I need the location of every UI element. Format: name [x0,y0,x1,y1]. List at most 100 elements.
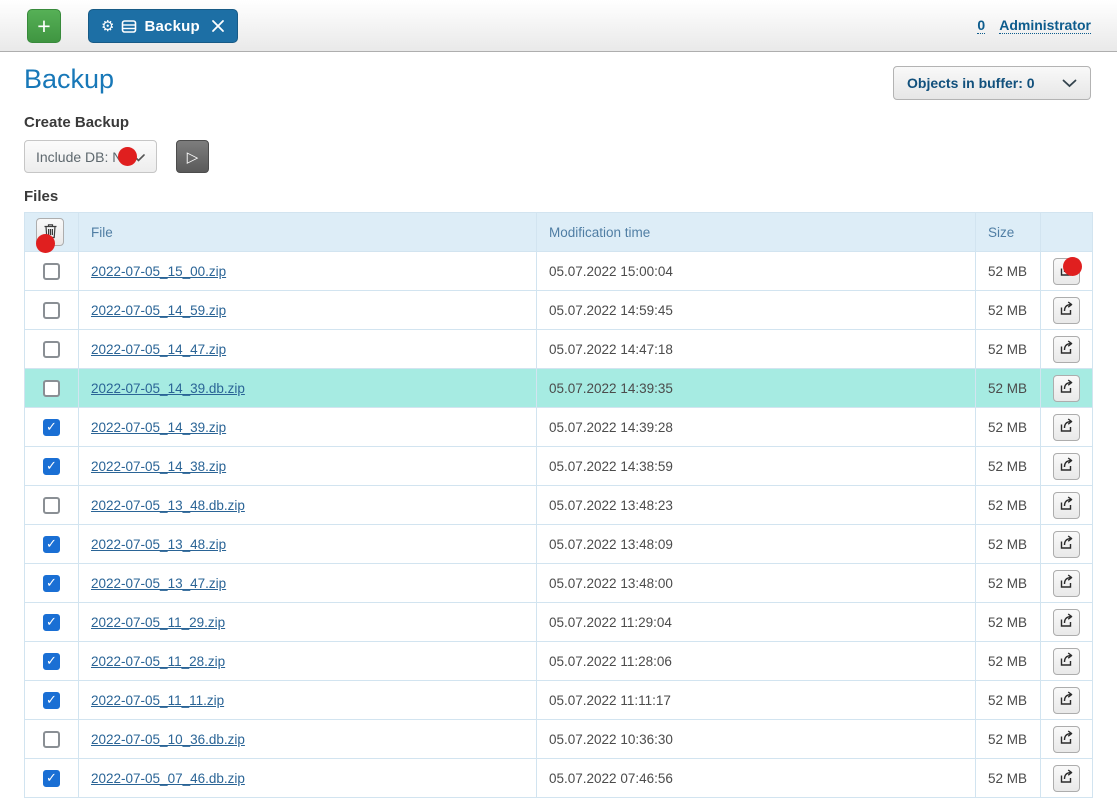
file-link[interactable]: 2022-07-05_13_48.db.zip [91,498,245,513]
row-checkbox[interactable] [43,263,60,280]
download-button[interactable] [1053,414,1080,441]
row-checkbox[interactable] [43,614,60,631]
download-button[interactable] [1053,375,1080,402]
file-link[interactable]: 2022-07-05_13_47.zip [91,576,226,591]
row-checkbox[interactable] [43,692,60,709]
row-checkbox[interactable] [43,731,60,748]
share-icon [1058,573,1075,593]
file-link[interactable]: 2022-07-05_07_46.db.zip [91,771,245,786]
row-checkbox[interactable] [43,341,60,358]
play-icon: ▷ [187,148,199,166]
share-icon [1058,768,1075,788]
row-checkbox[interactable] [43,302,60,319]
create-backup-heading: Create Backup [24,114,129,131]
download-button[interactable] [1053,570,1080,597]
table-row: 2022-07-05_11_11.zip 05.07.2022 11:11:17… [25,681,1093,720]
share-icon [1058,300,1075,320]
download-button[interactable] [1053,609,1080,636]
size-cell: 52 MB [976,642,1041,681]
mtime-cell: 05.07.2022 14:39:35 [537,369,976,408]
download-button[interactable] [1053,765,1080,792]
row-checkbox[interactable] [43,458,60,475]
file-link[interactable]: 2022-07-05_11_29.zip [91,615,225,630]
file-link[interactable]: 2022-07-05_13_48.zip [91,537,226,552]
file-link[interactable]: 2022-07-05_14_47.zip [91,342,226,357]
row-checkbox[interactable] [43,497,60,514]
table-row: 2022-07-05_13_47.zip 05.07.2022 13:48:00… [25,564,1093,603]
mtime-cell: 05.07.2022 13:48:23 [537,486,976,525]
file-link[interactable]: 2022-07-05_14_39.zip [91,420,226,435]
share-icon [1058,339,1075,359]
buffer-dropdown[interactable]: Objects in buffer: 0 [893,66,1091,100]
row-checkbox[interactable] [43,536,60,553]
tab-backup[interactable]: ⚙ Backup [88,9,238,43]
user-link[interactable]: Administrator [999,17,1091,34]
size-cell: 52 MB [976,447,1041,486]
share-icon [1058,690,1075,710]
download-button[interactable] [1053,453,1080,480]
row-checkbox[interactable] [43,653,60,670]
table-row: 2022-07-05_13_48.db.zip 05.07.2022 13:48… [25,486,1093,525]
mtime-cell: 05.07.2022 07:46:56 [537,759,976,798]
column-header-actions [1041,213,1093,252]
run-backup-button[interactable]: ▷ [176,140,209,173]
gear-icon: ⚙ [101,19,114,34]
file-link[interactable]: 2022-07-05_10_36.db.zip [91,732,245,747]
mtime-cell: 05.07.2022 14:59:45 [537,291,976,330]
download-button[interactable] [1053,297,1080,324]
row-checkbox[interactable] [43,770,60,787]
row-checkbox[interactable] [43,419,60,436]
plus-icon: + [37,13,50,39]
download-button[interactable] [1053,726,1080,753]
table-row: 2022-07-05_14_39.db.zip 05.07.2022 14:39… [25,369,1093,408]
close-icon[interactable] [211,19,225,33]
size-cell: 52 MB [976,252,1041,291]
file-link[interactable]: 2022-07-05_14_39.db.zip [91,381,245,396]
size-cell: 52 MB [976,369,1041,408]
size-cell: 52 MB [976,603,1041,642]
download-button[interactable] [1053,336,1080,363]
table-header-row: File Modification time Size [25,213,1093,252]
database-icon [121,19,137,34]
mtime-cell: 05.07.2022 14:39:28 [537,408,976,447]
column-header-mtime: Modification time [537,213,976,252]
file-link[interactable]: 2022-07-05_14_38.zip [91,459,226,474]
table-row: 2022-07-05_14_59.zip 05.07.2022 14:59:45… [25,291,1093,330]
size-cell: 52 MB [976,330,1041,369]
share-icon [1058,651,1075,671]
add-tab-button[interactable]: + [27,9,61,43]
share-icon [1058,534,1075,554]
share-icon [1058,456,1075,476]
mtime-cell: 05.07.2022 11:29:04 [537,603,976,642]
download-button[interactable] [1053,531,1080,558]
table-row: 2022-07-05_13_48.zip 05.07.2022 13:48:09… [25,525,1093,564]
download-button[interactable] [1053,648,1080,675]
mtime-cell: 05.07.2022 13:48:09 [537,525,976,564]
file-link[interactable]: 2022-07-05_11_11.zip [91,693,224,708]
table-row: 2022-07-05_14_47.zip 05.07.2022 14:47:18… [25,330,1093,369]
size-cell: 52 MB [976,759,1041,798]
file-link[interactable]: 2022-07-05_14_59.zip [91,303,226,318]
size-cell: 52 MB [976,720,1041,759]
notification-count-link[interactable]: 0 [977,17,985,34]
mtime-cell: 05.07.2022 14:47:18 [537,330,976,369]
click-marker [1063,257,1082,276]
row-checkbox[interactable] [43,575,60,592]
table-row: 2022-07-05_11_28.zip 05.07.2022 11:28:06… [25,642,1093,681]
row-checkbox[interactable] [43,380,60,397]
download-button[interactable] [1053,687,1080,714]
download-button[interactable] [1053,492,1080,519]
share-icon [1058,729,1075,749]
mtime-cell: 05.07.2022 14:38:59 [537,447,976,486]
click-marker [36,234,55,253]
create-backup-controls: Include DB: No ▷ [24,140,209,173]
mtime-cell: 05.07.2022 10:36:30 [537,720,976,759]
buffer-label: Objects in buffer: 0 [907,75,1035,91]
table-row: 2022-07-05_10_36.db.zip 05.07.2022 10:36… [25,720,1093,759]
file-link[interactable]: 2022-07-05_15_00.zip [91,264,226,279]
include-db-select[interactable]: Include DB: No [24,140,157,173]
page-title: Backup [24,64,114,95]
file-link[interactable]: 2022-07-05_11_28.zip [91,654,225,669]
share-icon [1058,417,1075,437]
include-db-value: Include DB: No [36,149,130,165]
